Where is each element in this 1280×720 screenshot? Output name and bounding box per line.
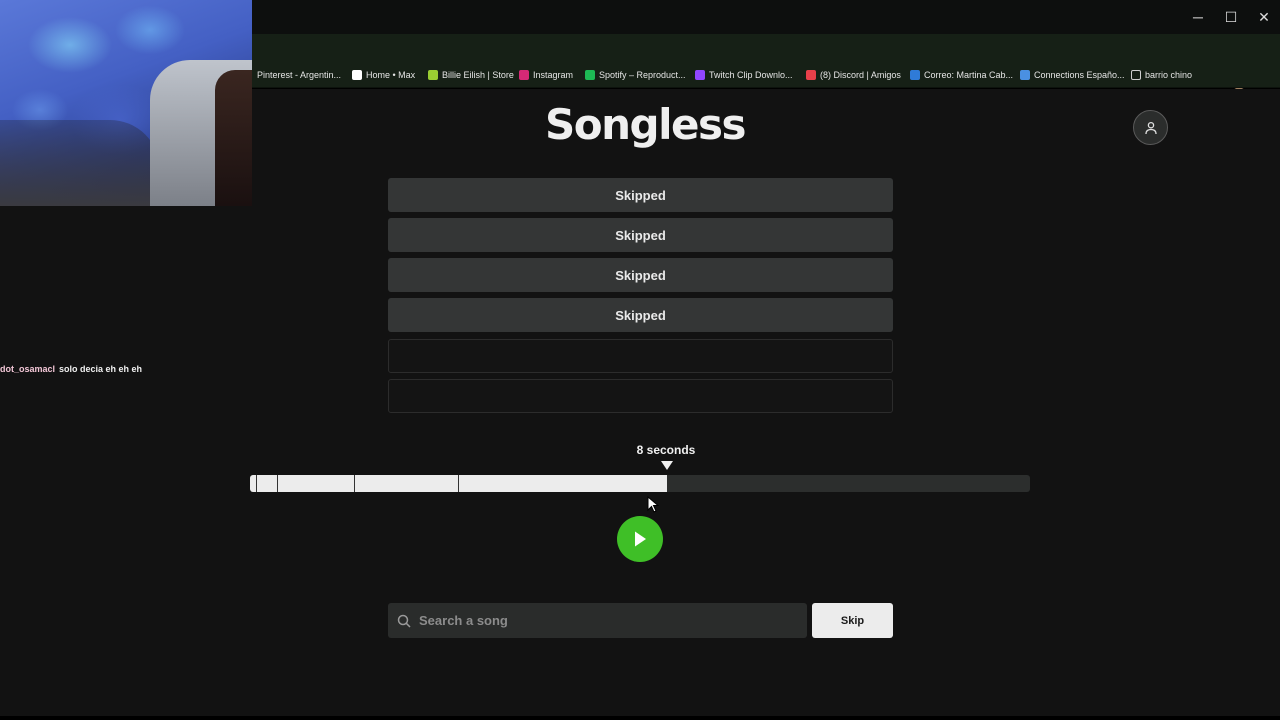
twitch-icon <box>695 70 705 80</box>
segment-divider <box>256 475 257 492</box>
guess-row: Skipped <box>388 258 893 292</box>
bookmark-item[interactable]: Correo: Martina Cab... <box>910 67 1013 83</box>
bookmark-item[interactable]: Spotify – Reproduct... <box>585 67 686 83</box>
bookmark-item[interactable]: Twitch Clip Downlo... <box>695 67 793 83</box>
discord-icon <box>806 70 816 80</box>
bookmark-label: Pinterest - Argentin... <box>257 70 342 80</box>
bookmark-item[interactable]: Billie Eilish | Store <box>428 67 514 83</box>
search-input[interactable] <box>419 613 779 628</box>
user-icon <box>1144 121 1157 134</box>
bookmark-label: barrio chino <box>1145 70 1193 80</box>
minimize-button[interactable]: ─ <box>1188 8 1208 26</box>
chat-text: solo decia eh eh eh <box>59 364 143 374</box>
bookmark-item[interactable]: barrio chino <box>1131 67 1192 83</box>
seconds-label: 8 seconds <box>636 443 696 457</box>
progress-marker-icon <box>661 461 673 470</box>
bookmark-label: Instagram <box>533 70 574 80</box>
instagram-icon <box>519 70 529 80</box>
guess-row: Skipped <box>388 298 893 332</box>
webcam-overlay <box>0 0 252 206</box>
play-button[interactable] <box>617 516 663 562</box>
webcam-shadow <box>0 120 160 206</box>
bookmark-label: Correo: Martina Cab... <box>924 70 1014 80</box>
guess-row: Skipped <box>388 218 893 252</box>
connections-icon <box>1020 70 1030 80</box>
bookmark-item[interactable]: Pinterest - Argentin... <box>257 67 341 83</box>
bookmark-item[interactable]: (8) Discord | Amigos <box>806 67 901 83</box>
bookmark-label: Home • Max <box>366 70 416 80</box>
close-button[interactable]: ✕ <box>1254 8 1274 26</box>
user-button[interactable] <box>1133 110 1168 145</box>
bookmark-item[interactable]: Home • Max <box>352 67 415 83</box>
webcam-person <box>215 70 252 206</box>
bookmark-item[interactable]: Instagram <box>519 67 573 83</box>
outlook-icon <box>910 70 920 80</box>
guess-row <box>388 379 893 413</box>
maximize-button[interactable]: ☐ <box>1221 8 1241 26</box>
skip-button[interactable]: Skip <box>812 603 893 638</box>
segment-divider <box>458 475 459 492</box>
bookmark-label: (8) Discord | Amigos <box>820 70 901 80</box>
bookmark-label: Billie Eilish | Store <box>442 70 514 80</box>
segment-divider <box>354 475 355 492</box>
billie-icon <box>428 70 438 80</box>
max-icon <box>352 70 362 80</box>
mouse-cursor-icon <box>647 496 659 513</box>
chat-username: dot_osamacl <box>0 364 56 374</box>
chat-message: dot_osamacl solo decia eh eh eh <box>0 364 142 374</box>
bookmark-item[interactable]: Connections Españo... <box>1020 67 1125 83</box>
segment-divider <box>277 475 278 492</box>
folder-icon <box>1131 70 1141 80</box>
bookmark-label: Spotify – Reproduct... <box>599 70 686 80</box>
play-icon <box>635 531 646 547</box>
search-icon <box>397 614 411 628</box>
guess-row <box>388 339 893 373</box>
guess-row: Skipped <box>388 178 893 212</box>
bookmark-label: Twitch Clip Downlo... <box>709 70 793 80</box>
bookmark-label: Connections Españo... <box>1034 70 1125 80</box>
bottom-edge <box>0 716 1280 720</box>
search-box[interactable] <box>388 603 807 638</box>
spotify-icon <box>585 70 595 80</box>
audio-progress-track[interactable] <box>250 475 1030 492</box>
